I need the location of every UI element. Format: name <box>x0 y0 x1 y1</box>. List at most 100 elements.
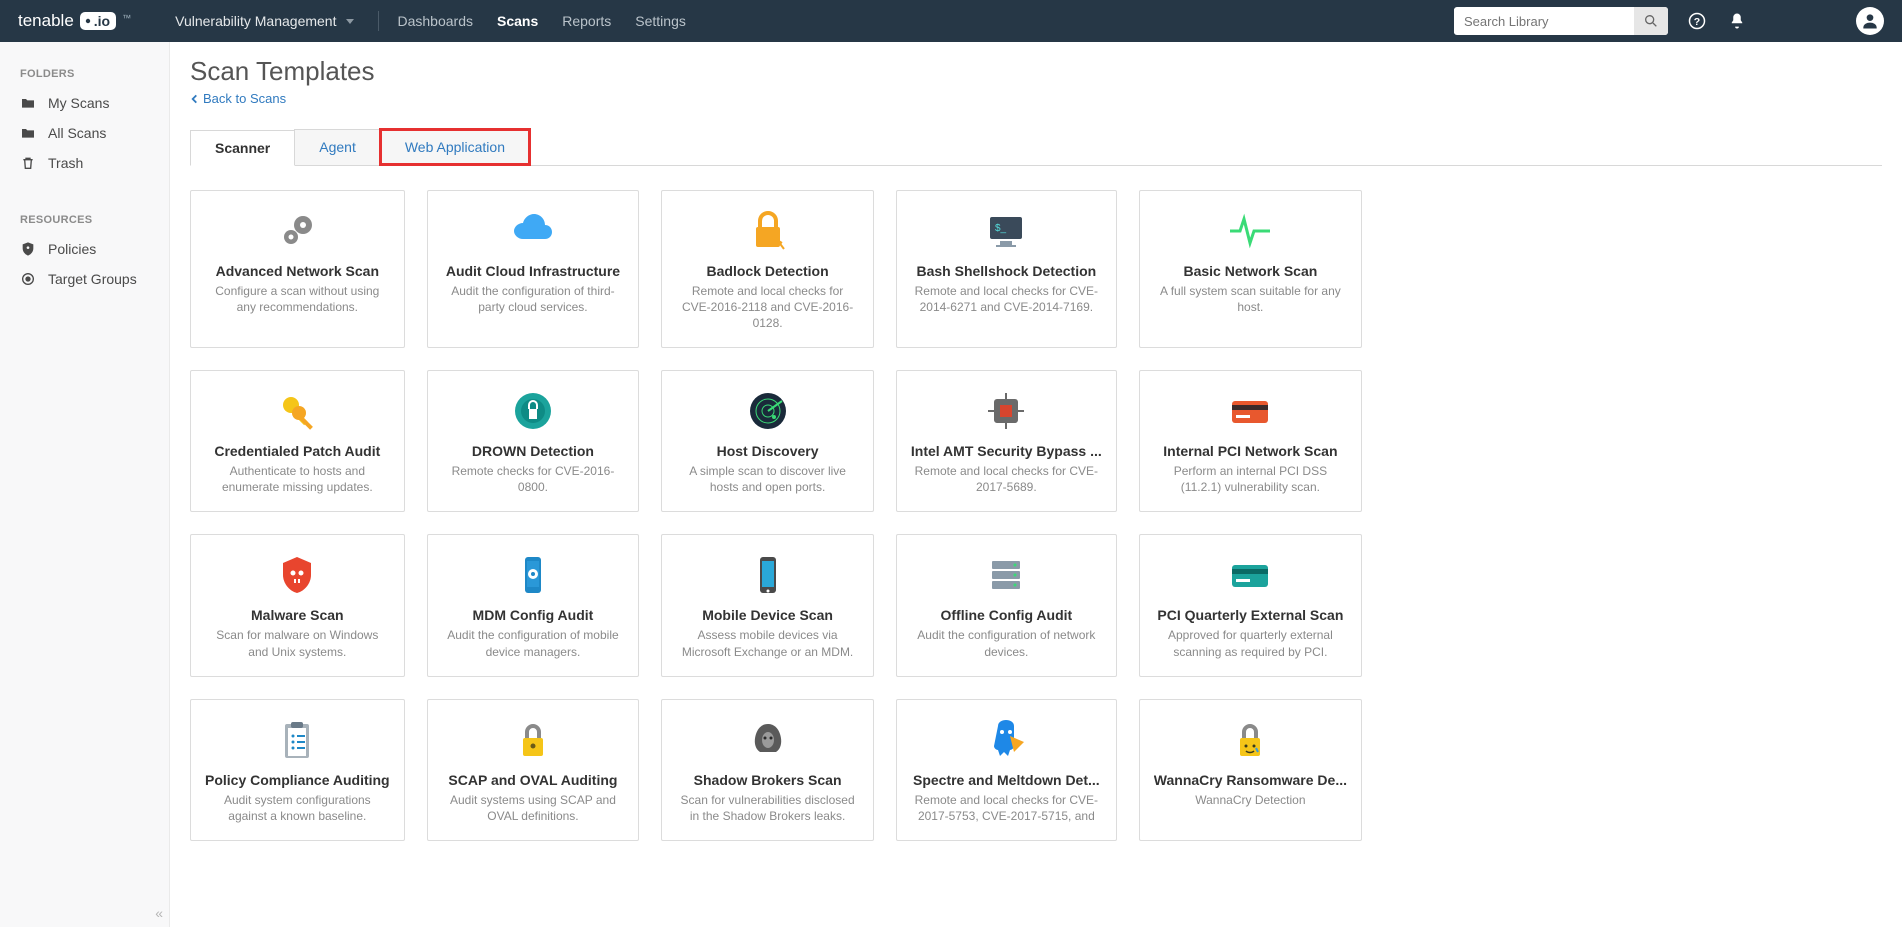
template-title: Credentialed Patch Audit <box>205 443 390 459</box>
template-desc: A full system scan suitable for any host… <box>1154 283 1347 315</box>
gears-icon <box>273 205 321 257</box>
template-desc: Approved for quarterly external scanning… <box>1154 627 1347 659</box>
main-content: Scan Templates Back to Scans ScannerAgen… <box>170 42 1902 927</box>
svg-text:$_: $_ <box>995 223 1007 234</box>
template-card[interactable]: DROWN DetectionRemote checks for CVE-201… <box>427 370 640 512</box>
template-title: Host Discovery <box>676 443 859 459</box>
lock-cry-icon <box>1226 714 1274 766</box>
main-nav: Dashboards Scans Reports Settings <box>397 13 685 29</box>
template-card[interactable]: Policy Compliance AuditingAudit system c… <box>190 699 405 841</box>
lock-yellow-icon <box>509 714 557 766</box>
sidebar-item-my-scans[interactable]: My Scans <box>0 88 169 118</box>
shield-icon <box>20 241 36 257</box>
sidebar-item-label: Policies <box>48 241 96 257</box>
template-card[interactable]: Internal PCI Network Scan Perform an inte… <box>1139 370 1362 512</box>
spectre-icon <box>982 714 1030 766</box>
template-card[interactable]: Advanced Network ScanConfigure a scan wi… <box>190 190 405 349</box>
phone-icon <box>744 549 792 601</box>
template-title: WannaCry Ransomware De... <box>1154 772 1347 788</box>
trash-icon <box>20 155 36 171</box>
tab-scanner[interactable]: Scanner <box>190 130 295 166</box>
target-icon <box>20 271 36 287</box>
user-avatar[interactable] <box>1856 7 1884 35</box>
divider <box>378 11 379 31</box>
app-switcher[interactable]: Vulnerability Management <box>175 13 354 29</box>
svg-text:?: ? <box>1694 16 1700 28</box>
sidebar-item-trash[interactable]: Trash <box>0 148 169 178</box>
template-desc: Perform an internal PCI DSS (11.2.1) vul… <box>1154 463 1347 495</box>
template-card[interactable]: SCAP and OVAL AuditingAudit systems usin… <box>427 699 640 841</box>
sidebar-item-all-scans[interactable]: All Scans <box>0 118 169 148</box>
search-button[interactable] <box>1634 7 1668 35</box>
folder-icon <box>20 95 36 111</box>
template-title: Offline Config Audit <box>911 607 1102 623</box>
template-desc: Scan for malware on Windows and Unix sys… <box>205 627 390 659</box>
servers-icon <box>982 549 1030 601</box>
template-title: Intel AMT Security Bypass ... <box>911 443 1102 459</box>
chevron-down-icon <box>346 19 354 24</box>
template-card[interactable]: Spectre and Meltdown Det... Remote and lo… <box>896 699 1117 841</box>
sidebar-section-folders: FOLDERS <box>0 60 169 88</box>
template-desc: WannaCry Detection <box>1195 792 1305 808</box>
template-card[interactable]: Credentialed Patch Audit Authenticate to … <box>190 370 405 512</box>
template-card[interactable]: WannaCry Ransomware De... WannaCry Detect… <box>1139 699 1362 841</box>
sidebar-item-label: Target Groups <box>48 271 137 287</box>
template-title: Spectre and Meltdown Det... <box>911 772 1102 788</box>
template-title: Advanced Network Scan <box>205 263 390 279</box>
template-card[interactable]: Intel AMT Security Bypass ... Remote and … <box>896 370 1117 512</box>
search-icon <box>1643 13 1659 29</box>
template-grid: Advanced Network ScanConfigure a scan wi… <box>190 190 1362 842</box>
template-title: Internal PCI Network Scan <box>1154 443 1347 459</box>
back-link[interactable]: Back to Scans <box>190 91 286 106</box>
template-desc: Audit the configuration of mobile device… <box>442 627 625 659</box>
nav-item-dashboards[interactable]: Dashboards <box>397 13 473 29</box>
brand-name: tenable <box>18 11 74 31</box>
template-title: Policy Compliance Auditing <box>205 772 390 788</box>
nav-item-scans[interactable]: Scans <box>497 13 538 29</box>
terminal-icon: $_ <box>982 205 1030 257</box>
top-icons: ? <box>1688 12 1746 30</box>
shadow-icon <box>744 714 792 766</box>
search-input[interactable] <box>1454 9 1634 34</box>
template-card[interactable]: Mobile Device ScanAssess mobile devices … <box>661 534 874 676</box>
template-desc: Remote and local checks for CVE-2017-568… <box>911 463 1102 495</box>
sidebar-item-policies[interactable]: Policies <box>0 234 169 264</box>
template-title: Mobile Device Scan <box>676 607 859 623</box>
template-card[interactable]: PCI Quarterly External Scan Approved for … <box>1139 534 1362 676</box>
template-desc: Remote and local checks for CVE-2016-211… <box>676 283 859 332</box>
template-card[interactable]: Badlock DetectionRemote and local checks… <box>661 190 874 349</box>
bell-icon[interactable] <box>1728 12 1746 30</box>
sidebar-item-label: My Scans <box>48 95 109 111</box>
tab-agent[interactable]: Agent <box>294 129 381 165</box>
template-card[interactable]: $_Bash Shellshock DetectionRemote and lo… <box>896 190 1117 349</box>
cpu-icon <box>982 385 1030 437</box>
brand-logo[interactable]: tenable .io ™ <box>18 11 131 31</box>
template-desc: Authenticate to hosts and enumerate miss… <box>205 463 390 495</box>
template-desc: Audit systems using SCAP and OVAL defini… <box>442 792 625 824</box>
sidebar-section-resources: RESOURCES <box>0 206 169 234</box>
collapse-sidebar[interactable]: « <box>155 905 163 921</box>
help-icon[interactable]: ? <box>1688 12 1706 30</box>
template-desc: Remote checks for CVE-2016-0800. <box>442 463 625 495</box>
page-title: Scan Templates <box>190 56 1882 87</box>
nav-item-reports[interactable]: Reports <box>562 13 611 29</box>
template-desc: Audit the configuration of third-party c… <box>442 283 625 315</box>
template-card[interactable]: Offline Config AuditAudit the configurat… <box>896 534 1117 676</box>
sidebar-item-target-groups[interactable]: Target Groups <box>0 264 169 294</box>
template-title: PCI Quarterly External Scan <box>1154 607 1347 623</box>
sidebar-item-label: All Scans <box>48 125 106 141</box>
tab-web-application[interactable]: Web Application <box>380 129 530 165</box>
template-card[interactable]: Malware Scan Scan for malware on Windows … <box>190 534 405 676</box>
template-card[interactable]: Basic Network ScanA full system scan sui… <box>1139 190 1362 349</box>
phone-gear-icon <box>509 549 557 601</box>
tabs: ScannerAgentWeb Application <box>190 129 1882 166</box>
template-card[interactable]: Host DiscoveryA simple scan to discover … <box>661 370 874 512</box>
template-card[interactable]: MDM Config AuditAudit the configuration … <box>427 534 640 676</box>
template-title: Malware Scan <box>205 607 390 623</box>
template-card[interactable]: Audit Cloud InfrastructureAudit the conf… <box>427 190 640 349</box>
template-desc: Remote and local checks for CVE-2017-575… <box>911 792 1102 824</box>
clipboard-icon <box>273 714 321 766</box>
template-title: Bash Shellshock Detection <box>911 263 1102 279</box>
nav-item-settings[interactable]: Settings <box>635 13 686 29</box>
template-card[interactable]: Shadow Brokers ScanScan for vulnerabilit… <box>661 699 874 841</box>
